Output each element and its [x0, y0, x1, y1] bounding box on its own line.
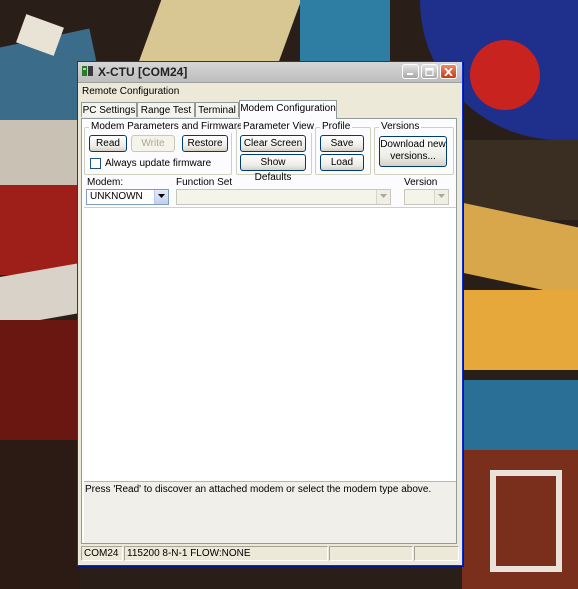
group-title: Profile [320, 121, 353, 133]
close-icon [444, 68, 453, 76]
xctu-window: X-CTU [COM24] Remote Configuration PC Se… [77, 61, 463, 566]
write-button[interactable]: Write [131, 135, 175, 152]
dropdown-arrow-icon [434, 190, 448, 204]
version-select[interactable] [404, 189, 449, 205]
read-button[interactable]: Read [89, 135, 127, 152]
remote-configuration-menu[interactable]: Remote Configuration [82, 86, 179, 97]
modem-select[interactable]: UNKNOWN [86, 189, 169, 205]
restore-button[interactable]: Restore [182, 135, 228, 152]
maximize-button[interactable] [421, 64, 438, 79]
group-versions: Versions Download new versions... [374, 121, 454, 175]
close-button[interactable] [440, 64, 457, 79]
parameter-list-area[interactable] [84, 207, 456, 483]
function-set-label: Function Set [176, 177, 233, 188]
group-title: Versions [379, 121, 422, 133]
minimize-icon [407, 73, 413, 75]
show-defaults-button[interactable]: Show Defaults [240, 154, 306, 183]
hint-panel: Press 'Read' to discover an attached mod… [84, 481, 456, 543]
hint-text: Press 'Read' to discover an attached mod… [85, 484, 432, 495]
minimize-button[interactable] [402, 64, 419, 79]
profile-save-button[interactable]: Save [320, 135, 364, 152]
group-profile: Profile Save Load [315, 121, 371, 175]
tab-range-test[interactable]: Range Test [137, 102, 195, 117]
status-settings: 115200 8-N-1 FLOW:NONE [124, 546, 328, 561]
group-parameter-view: Parameter View Clear Screen Show Default… [236, 121, 316, 183]
group-modem-parameters: Modem Parameters and Firmware Read Write… [84, 121, 245, 175]
dropdown-arrow-icon [154, 190, 168, 204]
modem-configuration-panel: Modem Parameters and Firmware Read Write… [81, 118, 457, 544]
always-update-firmware-checkbox[interactable] [90, 158, 101, 169]
status-bar: COM24 115200 8-N-1 FLOW:NONE [81, 546, 459, 561]
xctu-app-icon [82, 65, 94, 77]
modem-select-value: UNKNOWN [90, 191, 143, 202]
dropdown-arrow-icon [376, 190, 390, 204]
tab-pc-settings[interactable]: PC Settings [81, 102, 137, 117]
profile-load-button[interactable]: Load [320, 154, 364, 171]
tab-terminal[interactable]: Terminal [195, 102, 239, 117]
function-set-select[interactable] [176, 189, 391, 205]
tab-modem-configuration[interactable]: Modem Configuration [239, 100, 337, 119]
modem-label: Modem: [87, 177, 124, 188]
group-title: Parameter View [241, 121, 316, 133]
download-new-versions-button[interactable]: Download new versions... [379, 136, 447, 167]
version-label: Version [404, 177, 438, 188]
window-title: X-CTU [COM24] [98, 65, 188, 79]
group-title: Modem Parameters and Firmware [89, 121, 245, 133]
clear-screen-button[interactable]: Clear Screen [240, 135, 306, 152]
status-panel-extra [414, 546, 459, 561]
always-update-firmware-label: Always update firmware [105, 158, 212, 169]
maximize-icon [425, 68, 434, 76]
title-bar[interactable]: X-CTU [COM24] [78, 62, 462, 83]
status-panel-extra [329, 546, 413, 561]
status-port: COM24 [81, 546, 123, 561]
